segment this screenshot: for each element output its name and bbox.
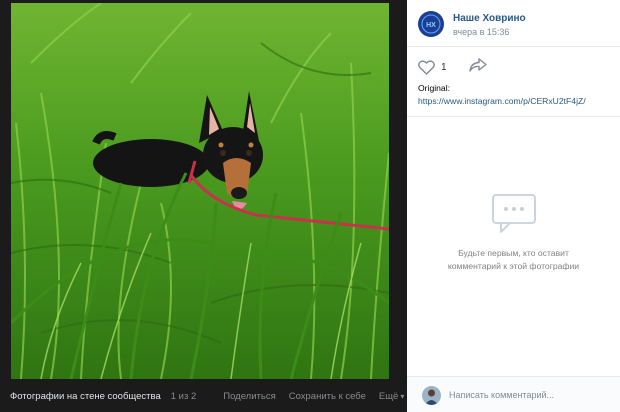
more-label: Ещё bbox=[378, 391, 399, 402]
dog-in-grass-photo bbox=[11, 3, 389, 379]
post-header: НХ Наше Ховрино вчера в 15:36 bbox=[407, 0, 620, 47]
album-title[interactable]: Фотографии на стене сообщества bbox=[10, 391, 161, 402]
share-arrow-icon[interactable] bbox=[468, 58, 487, 77]
comment-input[interactable] bbox=[449, 386, 607, 404]
more-button[interactable]: Ещё ▾ bbox=[379, 391, 404, 402]
divider bbox=[407, 116, 620, 117]
save-to-self-button[interactable]: Сохранить к себе bbox=[289, 391, 366, 402]
description-prefix: Original: bbox=[418, 83, 450, 93]
empty-text-line1: Будьте первым, кто оставит bbox=[458, 248, 569, 258]
photo-counter: 1 из 2 bbox=[170, 391, 197, 402]
like-count: 1 bbox=[441, 62, 447, 73]
empty-text-line2: комментарий к этой фотографии bbox=[447, 261, 580, 271]
group-name-link[interactable]: Наше Ховрино bbox=[453, 13, 526, 24]
side-panel: НХ Наше Ховрино вчера в 15:36 1 Original… bbox=[407, 0, 620, 412]
comment-bubble-icon bbox=[491, 194, 536, 233]
chevron-down-icon: ▾ bbox=[400, 392, 405, 401]
photo-description: Original: https://www.instagram.com/p/CE… bbox=[418, 82, 586, 108]
heart-icon bbox=[418, 60, 435, 75]
user-avatar[interactable] bbox=[422, 386, 441, 405]
like-button[interactable]: 1 bbox=[418, 60, 447, 75]
comment-bar bbox=[407, 376, 620, 412]
post-actions: 1 bbox=[418, 58, 487, 77]
group-logo-icon: НХ bbox=[419, 12, 443, 36]
empty-comments: Будьте первым, кто оставит комментарий к… bbox=[407, 193, 620, 273]
group-logo-text: НХ bbox=[426, 22, 436, 29]
empty-comments-text: Будьте первым, кто оставит комментарий к… bbox=[407, 247, 620, 273]
group-avatar[interactable]: НХ bbox=[418, 11, 444, 37]
instagram-link[interactable]: https://www.instagram.com/p/CERxU2tF4jZ/ bbox=[418, 95, 586, 108]
viewer-bottom-bar: Фотографии на стене сообщества 1 из 2 По… bbox=[0, 381, 407, 412]
post-time[interactable]: вчера в 15:36 bbox=[453, 27, 509, 37]
photo[interactable] bbox=[11, 3, 389, 379]
photo-viewer: Фотографии на стене сообщества 1 из 2 По… bbox=[0, 0, 407, 412]
share-button[interactable]: Поделиться bbox=[223, 391, 275, 402]
